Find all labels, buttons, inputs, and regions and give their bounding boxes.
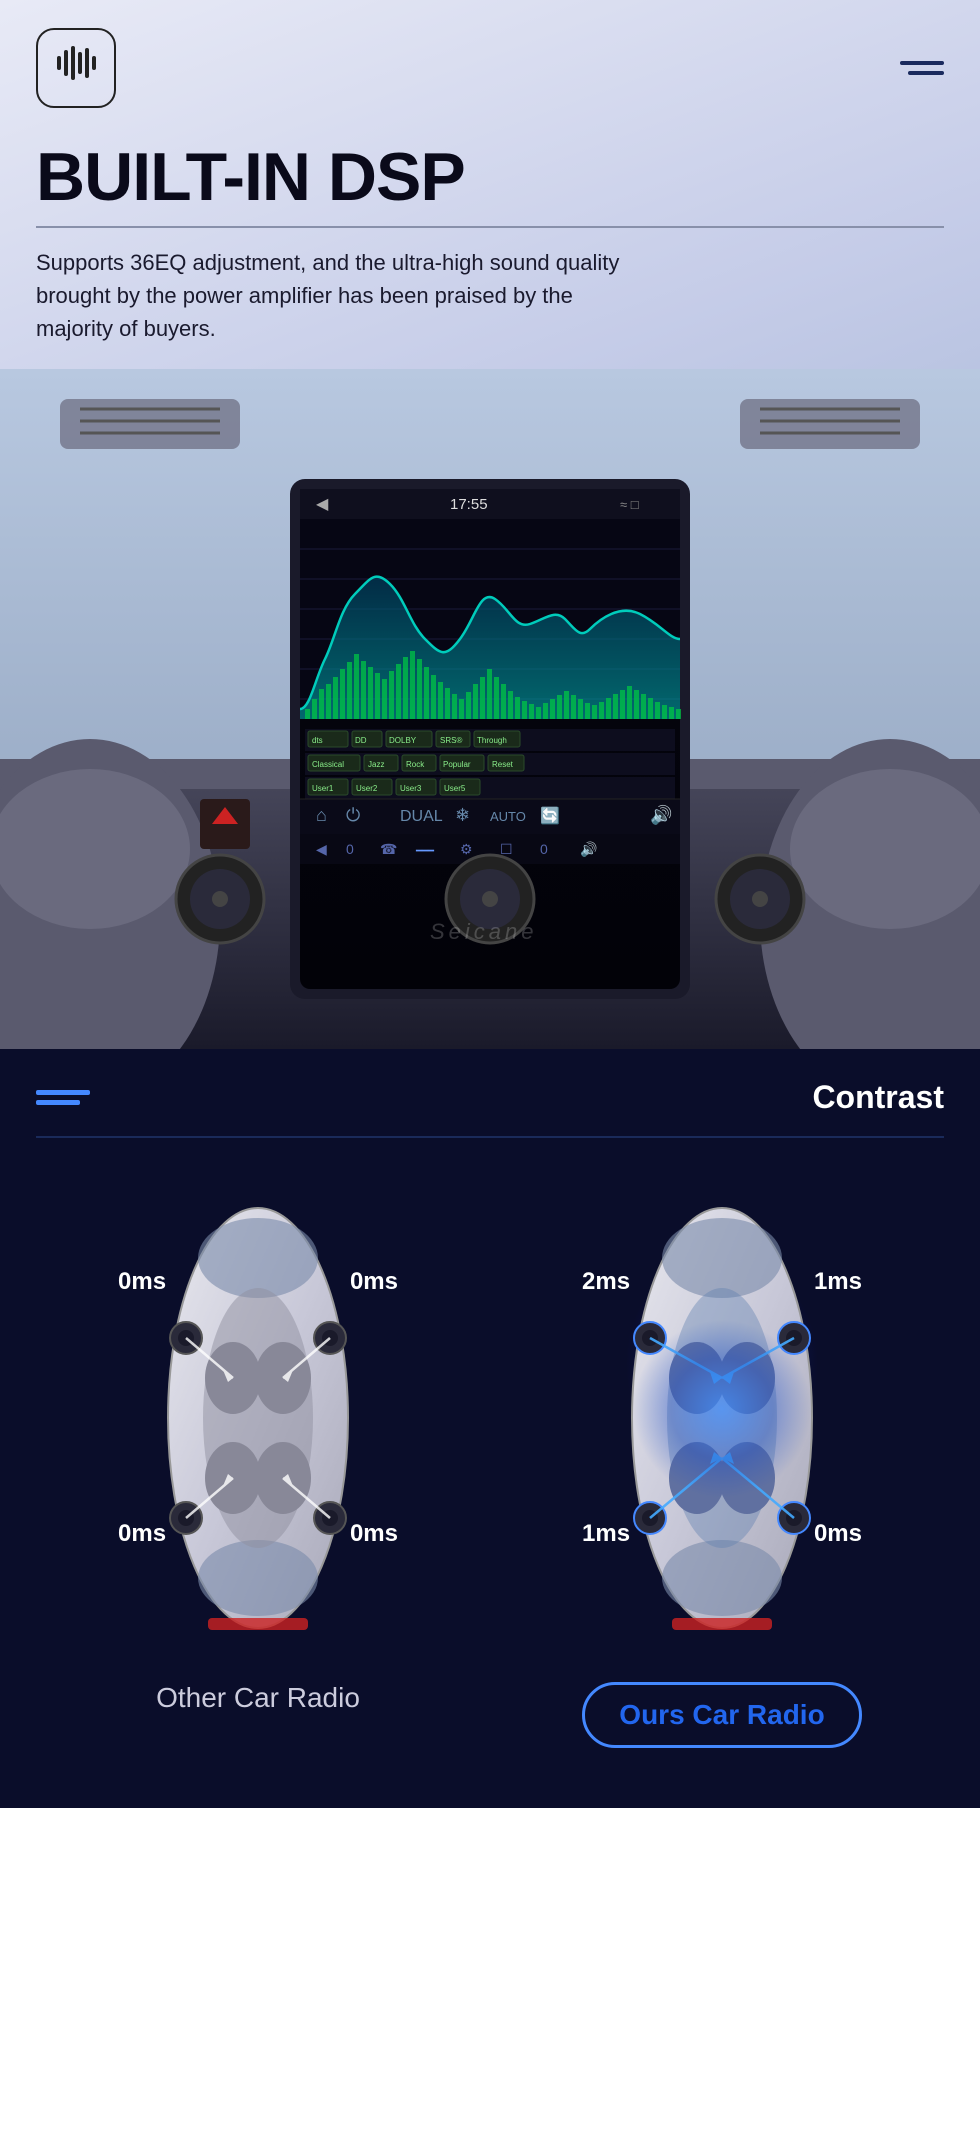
left-car-label: Other Car Radio — [156, 1682, 360, 1714]
svg-text:Rock: Rock — [406, 760, 425, 769]
page-title: BUILT-IN DSP — [36, 138, 944, 216]
svg-text:Reset: Reset — [492, 760, 514, 769]
car-image: ◀ 17:55 ≈ □ — [0, 369, 980, 1049]
title-divider — [36, 226, 944, 228]
svg-text:🔊: 🔊 — [580, 840, 597, 858]
svg-text:DUAL: DUAL — [400, 808, 443, 825]
svg-text:User3: User3 — [400, 784, 422, 793]
svg-text:❄: ❄ — [455, 805, 470, 825]
right-br-label: 0ms — [814, 1520, 862, 1548]
top-section: BUILT-IN DSP Supports 36EQ adjustment, a… — [0, 0, 980, 1049]
svg-text:☐: ☐ — [500, 841, 513, 857]
left-car-comparison: 0ms 0ms 0ms 0ms — [36, 1178, 480, 1714]
contrast-header: Contrast — [36, 1079, 944, 1116]
svg-text:SRS®: SRS® — [440, 736, 462, 745]
hero-description: Supports 36EQ adjustment, and the ultra-… — [0, 246, 680, 369]
menu-icon[interactable] — [900, 61, 944, 75]
svg-text:User1: User1 — [312, 784, 334, 793]
svg-text:dts: dts — [312, 736, 323, 745]
contrast-title: Contrast — [812, 1079, 944, 1116]
svg-text:AUTO: AUTO — [490, 809, 526, 824]
svg-text:17:55: 17:55 — [450, 496, 488, 513]
right-tl-label: 2ms — [582, 1268, 630, 1296]
svg-text:◀: ◀ — [316, 841, 327, 857]
svg-text:⚙: ⚙ — [460, 841, 473, 857]
svg-text:⏻: ⏻ — [346, 805, 360, 825]
contrast-divider — [36, 1136, 944, 1138]
logo-box — [36, 28, 116, 108]
right-car-comparison: 2ms 1ms 1ms 0ms — [500, 1178, 944, 1748]
left-bl-label: 0ms — [118, 1520, 166, 1548]
page-title-container: BUILT-IN DSP — [0, 128, 980, 226]
svg-text:◀: ◀ — [316, 496, 329, 513]
svg-text:Popular: Popular — [443, 760, 471, 769]
left-br-label: 0ms — [350, 1520, 398, 1548]
svg-text:Jazz: Jazz — [368, 760, 384, 769]
contrast-icon — [36, 1090, 90, 1105]
svg-text:☎: ☎ — [380, 841, 397, 857]
dsp-glow — [632, 1319, 812, 1499]
comparison-area: 0ms 0ms 0ms 0ms — [36, 1178, 944, 1748]
svg-text:⌂: ⌂ — [316, 805, 327, 825]
svg-text:Seicane: Seicane — [430, 919, 538, 944]
svg-text:0: 0 — [346, 841, 354, 857]
svg-text:🔊: 🔊 — [650, 804, 672, 826]
left-tl-label: 0ms — [118, 1268, 166, 1296]
header-bar — [0, 0, 980, 128]
right-tr-label: 1ms — [814, 1268, 862, 1296]
svg-text:DOLBY: DOLBY — [389, 736, 417, 745]
left-car-svg — [128, 1178, 388, 1658]
logo-icon — [51, 38, 101, 98]
svg-text:User5: User5 — [444, 784, 466, 793]
svg-text:≈ □: ≈ □ — [620, 497, 639, 512]
svg-text:User2: User2 — [356, 784, 378, 793]
svg-text:Classical: Classical — [312, 760, 344, 769]
svg-text:DD: DD — [355, 736, 367, 745]
bottom-section: Contrast 0ms 0ms 0ms 0ms — [0, 1049, 980, 1808]
left-tr-label: 0ms — [350, 1268, 398, 1296]
svg-text:━━━: ━━━ — [415, 846, 435, 857]
svg-text:Through: Through — [477, 736, 507, 745]
ours-car-radio-button[interactable]: Ours Car Radio — [582, 1682, 861, 1748]
svg-text:0: 0 — [540, 841, 548, 857]
svg-text:🔄: 🔄 — [540, 806, 560, 825]
dashboard-svg: ◀ 17:55 ≈ □ — [0, 369, 980, 1049]
right-bl-label: 1ms — [582, 1520, 630, 1548]
